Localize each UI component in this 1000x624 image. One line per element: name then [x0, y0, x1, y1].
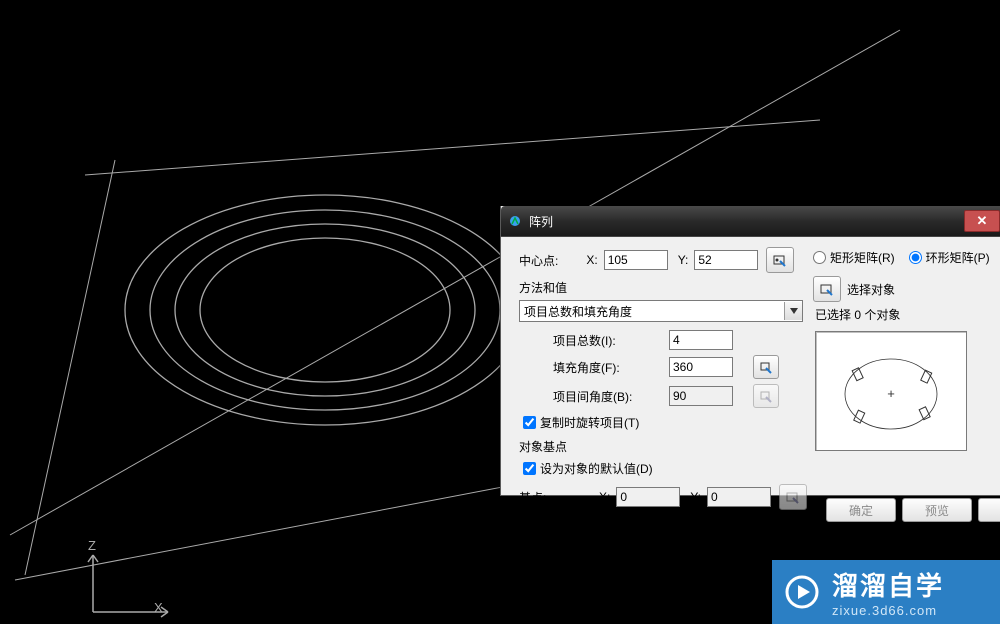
select-icon	[819, 281, 835, 297]
svg-text:+: +	[887, 386, 895, 401]
pick-point-icon	[759, 389, 773, 403]
close-button[interactable]: ✕	[964, 210, 1000, 232]
cancel-button[interactable]: 取消	[978, 498, 1000, 522]
axis-label-z: Z	[88, 538, 96, 553]
select-objects-button[interactable]	[813, 276, 841, 302]
item-angle-label: 项目间角度(B):	[553, 388, 669, 405]
center-point-label: 中心点:	[519, 252, 558, 269]
total-items-input[interactable]	[669, 330, 733, 350]
dialog-title: 阵列	[529, 213, 964, 230]
polar-array-label: 环形矩阵(P)	[926, 249, 990, 266]
y-label: Y:	[678, 253, 689, 267]
polar-array-option[interactable]: 环形矩阵(P)	[909, 249, 990, 266]
rotate-copy-label: 复制时旋转项目(T)	[540, 414, 639, 431]
pick-point-icon	[759, 360, 773, 374]
select-objects-label: 选择对象	[847, 281, 895, 298]
watermark-title: 溜溜自学	[832, 566, 944, 603]
close-icon: ✕	[977, 213, 988, 229]
item-angle-input	[669, 386, 733, 406]
pick-center-button[interactable]	[766, 247, 794, 273]
rotate-copy-checkbox[interactable]	[523, 416, 536, 429]
fill-angle-label: 填充角度(F):	[553, 359, 669, 376]
default-base-label: 设为对象的默认值(D)	[540, 460, 653, 477]
total-items-label: 项目总数(I):	[553, 332, 669, 349]
rect-array-option[interactable]: 矩形矩阵(R)	[813, 249, 895, 266]
default-base-checkbox[interactable]	[523, 462, 536, 475]
preview-button[interactable]: 预览	[902, 498, 972, 522]
rect-array-label: 矩形矩阵(R)	[830, 249, 895, 266]
play-icon	[782, 572, 822, 612]
watermark: 溜溜自学 zixue.3d66.com	[772, 560, 1000, 624]
method-combo-text: 项目总数和填充角度	[520, 303, 784, 320]
x-label: X:	[586, 253, 597, 267]
array-icon	[507, 213, 523, 229]
polar-preview-panel: +	[815, 331, 967, 451]
rect-array-radio[interactable]	[813, 251, 826, 264]
dialog-titlebar[interactable]: 阵列 ✕	[501, 206, 1000, 237]
selected-count-text: 已选择 0 个对象	[815, 306, 999, 323]
chevron-down-icon	[784, 302, 802, 320]
ok-button[interactable]: 确定	[826, 498, 896, 522]
axis-label-x: X	[154, 600, 163, 615]
watermark-url: zixue.3d66.com	[832, 603, 944, 618]
fill-angle-input[interactable]	[669, 357, 733, 377]
method-combo[interactable]: 项目总数和填充角度	[519, 300, 803, 322]
center-x-input[interactable]	[604, 250, 668, 270]
array-dialog: 阵列 ✕ 中心点: X: Y: 方法和值 项目总数和填充角	[500, 206, 1000, 496]
pick-fill-angle-button[interactable]	[753, 355, 779, 379]
polar-array-radio[interactable]	[909, 251, 922, 264]
center-y-input[interactable]	[694, 250, 758, 270]
pick-point-icon	[772, 252, 788, 268]
pick-item-angle-button	[753, 384, 779, 408]
